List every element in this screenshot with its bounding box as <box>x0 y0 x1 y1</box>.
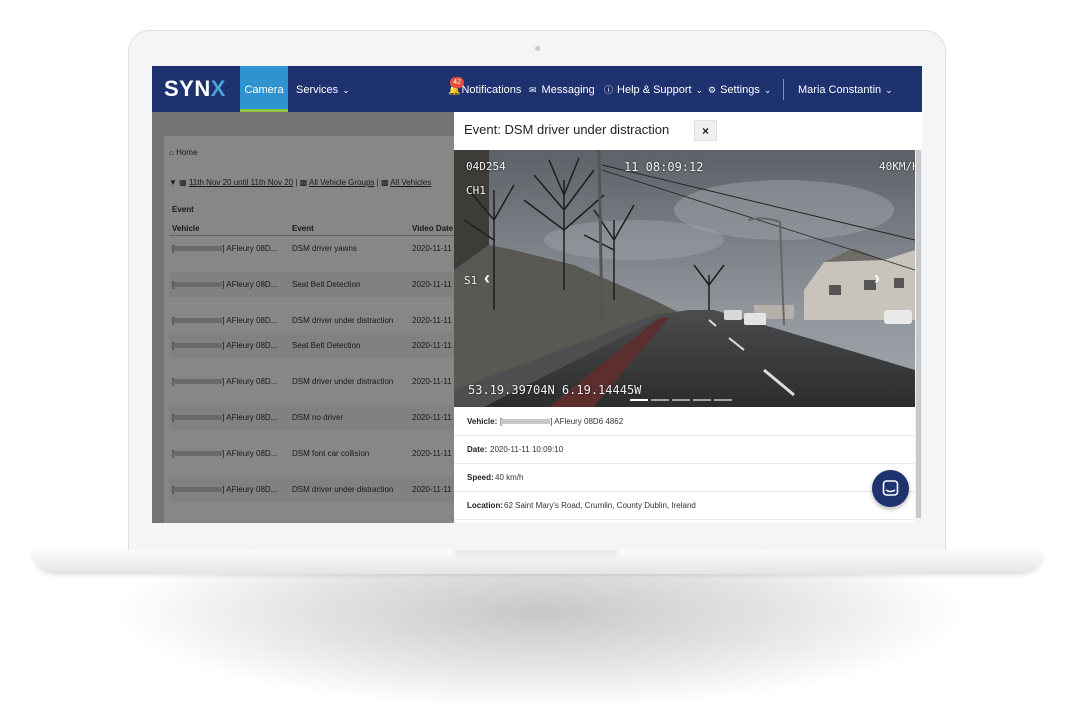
detail-row: Date: 2020-11-11 10:09:10 <box>454 435 915 464</box>
detail-label: Vehicle: <box>467 417 498 426</box>
carousel-indicator[interactable] <box>651 399 669 401</box>
nav-divider <box>783 79 784 100</box>
detail-label: Speed: <box>467 473 494 482</box>
carousel-indicator[interactable] <box>672 399 690 401</box>
osd-gps-coordinates: 53.19.39704N 6.19.14445W <box>468 383 642 397</box>
osd-s1: S1 <box>464 274 478 287</box>
detail-value: [] AFleury 08D6 4862 <box>500 417 624 426</box>
webcam-dot <box>535 46 540 51</box>
event-panel: Event: DSM driver under distraction × 04… <box>454 112 922 523</box>
panel-scrollbar[interactable] <box>915 150 922 523</box>
nav-services[interactable]: Services ⌄ <box>296 66 350 112</box>
synx-logo[interactable]: SYNX <box>164 76 226 102</box>
modal-backdrop[interactable] <box>152 112 454 523</box>
detail-row: Vehicle:[] AFleury 08D6 4862 <box>454 407 915 436</box>
user-name: Maria Constantin <box>798 84 882 96</box>
scrollbar-thumb[interactable] <box>916 150 921 518</box>
close-button[interactable]: × <box>694 120 717 141</box>
detail-value-text: ] AFleury 08D6 4862 <box>550 417 624 426</box>
chat-launcher-button[interactable] <box>872 470 909 507</box>
prev-slide-arrow-icon[interactable]: ‹ <box>484 268 490 289</box>
dashcam-frame-image <box>454 150 915 407</box>
detail-value: 62 Saint Mary's Road, Crumlin, County Du… <box>504 501 696 510</box>
nav-messaging-label: Messaging <box>541 84 595 96</box>
nav-help-support[interactable]: ⓘ Help & Support ⌄ <box>604 66 703 112</box>
nav-settings-label: Settings <box>720 84 760 96</box>
carousel-indicator[interactable] <box>714 399 732 401</box>
chevron-down-icon: ⌄ <box>695 85 704 95</box>
chevron-down-icon: ⌄ <box>763 85 772 95</box>
question-circle-icon: ⓘ <box>604 85 614 95</box>
carousel-indicators <box>630 388 735 406</box>
nav-notifications-label: Notifications <box>461 84 522 96</box>
panel-title: Event: DSM driver under distraction <box>464 122 670 137</box>
detail-value: 40 km/h <box>495 473 524 482</box>
nav-notifications[interactable]: 🔔Notifications <box>448 66 521 112</box>
osd-speed: 40KM/H <box>879 160 915 173</box>
detail-label: Location: <box>467 501 503 510</box>
nav-settings[interactable]: ⚙ Settings ⌄ <box>708 66 771 112</box>
osd-channel: CH1 <box>466 184 486 197</box>
next-slide-arrow-icon[interactable]: › <box>874 268 880 289</box>
osd-vehicle-id: 04D254 <box>466 160 506 173</box>
dashcam-video[interactable]: 04D254 11 08:09:12 40KM/H CH1 S1 ‹ › 53.… <box>454 150 915 407</box>
notification-count-badge: 42 <box>450 77 464 88</box>
laptop-screen: SYNX Camera Services ⌄ 🔔Notifications 42 … <box>152 66 922 523</box>
envelope-icon: ✉ <box>529 85 537 95</box>
nav-user-menu[interactable]: Maria Constantin ⌄ <box>798 66 893 112</box>
nav-services-label: Services <box>296 84 339 96</box>
gear-icon: ⚙ <box>708 85 717 95</box>
chat-icon <box>882 480 899 496</box>
chevron-down-icon: ⌄ <box>885 85 893 95</box>
chevron-down-icon: ⌄ <box>342 85 350 95</box>
detail-row: Location: 62 Saint Mary's Road, Crumlin, … <box>454 491 915 520</box>
carousel-indicator[interactable] <box>693 399 711 401</box>
detail-value: 2020-11-11 10:09:10 <box>490 445 564 454</box>
carousel-indicator[interactable] <box>630 399 648 401</box>
detail-label: Date: <box>467 445 488 454</box>
nav-messaging[interactable]: ✉ Messaging <box>529 66 595 112</box>
top-navbar: SYNX Camera Services ⌄ 🔔Notifications 42 … <box>152 66 922 112</box>
redacted-text <box>502 419 551 425</box>
nav-camera[interactable]: Camera <box>240 66 288 112</box>
laptop-notch <box>455 550 617 562</box>
nav-help-label: Help & Support <box>617 84 692 96</box>
laptop-shadow <box>110 560 970 710</box>
detail-row: Speed: 40 km/h <box>454 463 915 492</box>
osd-timestamp: 11 08:09:12 <box>624 160 704 174</box>
